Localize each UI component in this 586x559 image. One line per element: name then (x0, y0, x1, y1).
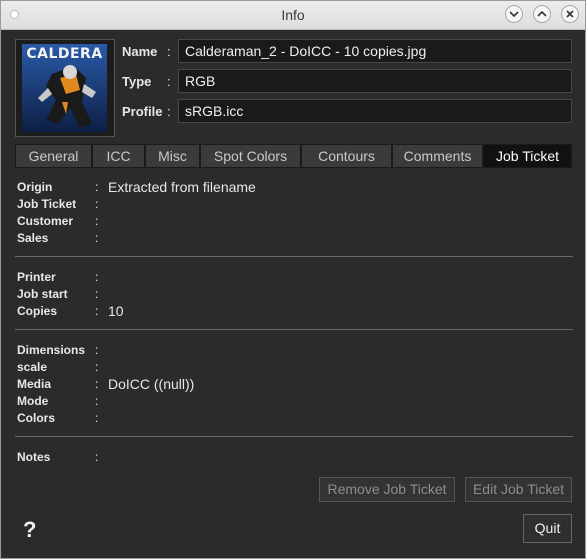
info-content: CALDERA Name : Calderaman_2 - DoICC - 10… (5, 31, 581, 554)
mode-colon: : (95, 394, 99, 408)
colors-label: Colors (17, 411, 56, 425)
media-label: Media (17, 377, 52, 391)
media-colon: : (95, 377, 99, 391)
name-colon: : (167, 44, 171, 59)
thumbnail-artwork: CALDERA (22, 44, 107, 132)
job-start-label: Job start (17, 287, 68, 301)
remove-job-ticket-button[interactable]: Remove Job Ticket (319, 477, 455, 502)
dimensions-label: Dimensions (17, 343, 86, 357)
profile-colon: : (167, 104, 171, 119)
scale-colon: : (95, 360, 99, 374)
origin-value: Extracted from filename (108, 179, 256, 195)
sales-colon: : (95, 231, 99, 245)
tab-general[interactable]: General (15, 144, 92, 168)
close-icon[interactable] (561, 5, 579, 23)
job-ticket-colon: : (95, 197, 99, 211)
info-window: Info CALDERA Name: Calderaman_2 - DoICC… (0, 0, 586, 559)
tab-spot-colors[interactable]: Spot Colors (200, 144, 301, 168)
job-ticket-label: Job Ticket (17, 197, 77, 211)
profile-label: Profile (122, 104, 163, 119)
customer-colon: : (95, 214, 99, 228)
colors-colon: : (95, 411, 99, 425)
dimensions-colon: : (95, 343, 99, 357)
type-colon: : (167, 74, 171, 89)
tab-contours[interactable]: Contours (301, 144, 392, 168)
printer-colon: : (95, 270, 99, 284)
copies-colon: : (95, 304, 99, 318)
thumbnail-title: CALDERA (26, 46, 103, 62)
help-icon[interactable]: ? (23, 517, 36, 543)
mode-label: Mode (17, 394, 49, 408)
scale-label: scale (17, 360, 48, 374)
name-label: Name (122, 44, 158, 59)
media-value: DoICC ((null)) (108, 376, 195, 392)
tab-comments[interactable]: Comments (392, 144, 483, 168)
name-field[interactable]: Calderaman_2 - DoICC - 10 copies.jpg (178, 39, 572, 63)
tab-job-ticket[interactable]: Job Ticket (483, 144, 572, 168)
notes-label: Notes (17, 450, 51, 464)
type-field[interactable]: RGB (178, 69, 572, 93)
type-label: Type (122, 74, 152, 89)
customer-label: Customer (17, 214, 74, 228)
image-thumbnail: CALDERA (15, 39, 115, 137)
quit-button[interactable]: Quit (523, 514, 572, 543)
maximize-icon[interactable] (533, 5, 551, 23)
window-title: Info (281, 7, 305, 23)
section-divider (15, 256, 573, 257)
tab-icc[interactable]: ICC (92, 144, 145, 168)
edit-job-ticket-button[interactable]: Edit Job Ticket (465, 477, 572, 502)
section-divider (15, 329, 573, 330)
minimize-icon[interactable] (505, 5, 523, 23)
profile-field[interactable]: sRGB.icc (178, 99, 572, 123)
copies-label: Copies (17, 304, 58, 318)
origin-colon: : (95, 180, 99, 194)
notes-colon: : (95, 450, 99, 464)
origin-label: Origin (17, 180, 53, 194)
title-bar[interactable]: Info (1, 1, 585, 30)
job-start-colon: : (95, 287, 99, 301)
printer-label: Printer (17, 270, 56, 284)
section-divider (15, 436, 573, 437)
copies-value: 10 (108, 303, 124, 319)
tab-misc[interactable]: Misc (145, 144, 200, 168)
sales-label: Sales (17, 231, 49, 245)
